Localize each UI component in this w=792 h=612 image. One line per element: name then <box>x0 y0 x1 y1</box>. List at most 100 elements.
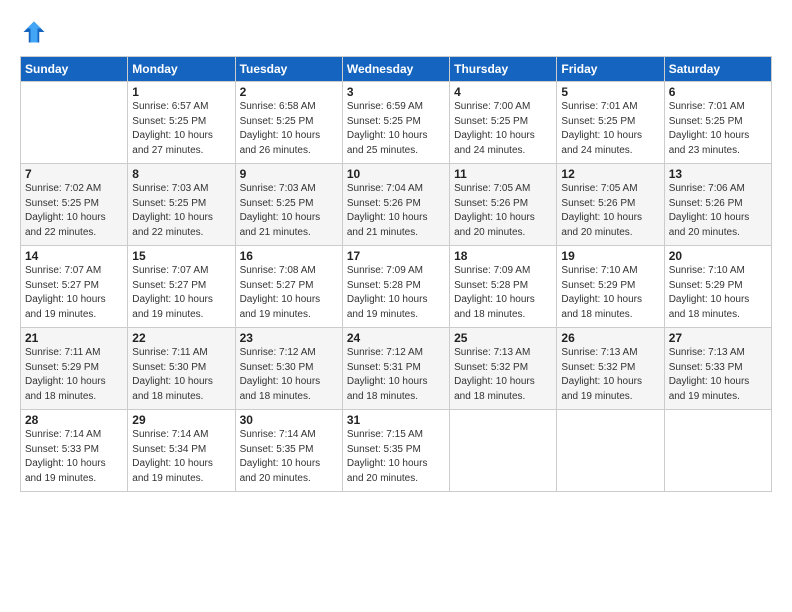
calendar-cell: 6Sunrise: 7:01 AM Sunset: 5:25 PM Daylig… <box>664 82 771 164</box>
page: SundayMondayTuesdayWednesdayThursdayFrid… <box>0 0 792 612</box>
calendar-cell: 30Sunrise: 7:14 AM Sunset: 5:35 PM Dayli… <box>235 410 342 492</box>
day-number: 26 <box>561 331 659 345</box>
day-info: Sunrise: 7:11 AM Sunset: 5:30 PM Dayligh… <box>132 346 230 404</box>
calendar-cell: 13Sunrise: 7:06 AM Sunset: 5:26 PM Dayli… <box>664 164 771 246</box>
day-number: 11 <box>454 167 552 181</box>
day-number: 13 <box>669 167 767 181</box>
calendar-cell: 1Sunrise: 6:57 AM Sunset: 5:25 PM Daylig… <box>128 82 235 164</box>
day-info: Sunrise: 7:12 AM Sunset: 5:31 PM Dayligh… <box>347 346 445 404</box>
day-info: Sunrise: 7:10 AM Sunset: 5:29 PM Dayligh… <box>561 264 659 322</box>
day-info: Sunrise: 7:01 AM Sunset: 5:25 PM Dayligh… <box>561 100 659 158</box>
calendar-cell: 8Sunrise: 7:03 AM Sunset: 5:25 PM Daylig… <box>128 164 235 246</box>
calendar-cell: 3Sunrise: 6:59 AM Sunset: 5:25 PM Daylig… <box>342 82 449 164</box>
calendar-cell: 11Sunrise: 7:05 AM Sunset: 5:26 PM Dayli… <box>450 164 557 246</box>
weekday-header-sunday: Sunday <box>21 57 128 82</box>
calendar-cell: 20Sunrise: 7:10 AM Sunset: 5:29 PM Dayli… <box>664 246 771 328</box>
day-info: Sunrise: 7:08 AM Sunset: 5:27 PM Dayligh… <box>240 264 338 322</box>
day-info: Sunrise: 7:00 AM Sunset: 5:25 PM Dayligh… <box>454 100 552 158</box>
day-number: 29 <box>132 413 230 427</box>
calendar-cell: 7Sunrise: 7:02 AM Sunset: 5:25 PM Daylig… <box>21 164 128 246</box>
weekday-header-monday: Monday <box>128 57 235 82</box>
calendar-cell <box>557 410 664 492</box>
calendar-cell: 24Sunrise: 7:12 AM Sunset: 5:31 PM Dayli… <box>342 328 449 410</box>
day-number: 16 <box>240 249 338 263</box>
day-number: 30 <box>240 413 338 427</box>
day-number: 5 <box>561 85 659 99</box>
weekday-header-friday: Friday <box>557 57 664 82</box>
day-info: Sunrise: 7:14 AM Sunset: 5:34 PM Dayligh… <box>132 428 230 486</box>
weekday-header-wednesday: Wednesday <box>342 57 449 82</box>
day-info: Sunrise: 7:09 AM Sunset: 5:28 PM Dayligh… <box>454 264 552 322</box>
weekday-header-thursday: Thursday <box>450 57 557 82</box>
weekday-header-saturday: Saturday <box>664 57 771 82</box>
day-info: Sunrise: 7:02 AM Sunset: 5:25 PM Dayligh… <box>25 182 123 240</box>
calendar-cell: 21Sunrise: 7:11 AM Sunset: 5:29 PM Dayli… <box>21 328 128 410</box>
calendar-cell: 22Sunrise: 7:11 AM Sunset: 5:30 PM Dayli… <box>128 328 235 410</box>
day-number: 3 <box>347 85 445 99</box>
day-info: Sunrise: 6:59 AM Sunset: 5:25 PM Dayligh… <box>347 100 445 158</box>
day-number: 8 <box>132 167 230 181</box>
day-info: Sunrise: 7:05 AM Sunset: 5:26 PM Dayligh… <box>454 182 552 240</box>
calendar-cell: 9Sunrise: 7:03 AM Sunset: 5:25 PM Daylig… <box>235 164 342 246</box>
calendar-cell: 17Sunrise: 7:09 AM Sunset: 5:28 PM Dayli… <box>342 246 449 328</box>
day-info: Sunrise: 7:15 AM Sunset: 5:35 PM Dayligh… <box>347 428 445 486</box>
week-row-3: 14Sunrise: 7:07 AM Sunset: 5:27 PM Dayli… <box>21 246 772 328</box>
day-info: Sunrise: 7:13 AM Sunset: 5:32 PM Dayligh… <box>561 346 659 404</box>
day-info: Sunrise: 7:14 AM Sunset: 5:33 PM Dayligh… <box>25 428 123 486</box>
day-number: 25 <box>454 331 552 345</box>
day-info: Sunrise: 7:13 AM Sunset: 5:32 PM Dayligh… <box>454 346 552 404</box>
day-number: 10 <box>347 167 445 181</box>
day-number: 1 <box>132 85 230 99</box>
day-info: Sunrise: 7:12 AM Sunset: 5:30 PM Dayligh… <box>240 346 338 404</box>
calendar-cell: 27Sunrise: 7:13 AM Sunset: 5:33 PM Dayli… <box>664 328 771 410</box>
day-number: 20 <box>669 249 767 263</box>
calendar-cell: 15Sunrise: 7:07 AM Sunset: 5:27 PM Dayli… <box>128 246 235 328</box>
day-info: Sunrise: 7:09 AM Sunset: 5:28 PM Dayligh… <box>347 264 445 322</box>
calendar-cell: 14Sunrise: 7:07 AM Sunset: 5:27 PM Dayli… <box>21 246 128 328</box>
day-info: Sunrise: 7:04 AM Sunset: 5:26 PM Dayligh… <box>347 182 445 240</box>
week-row-4: 21Sunrise: 7:11 AM Sunset: 5:29 PM Dayli… <box>21 328 772 410</box>
day-info: Sunrise: 7:06 AM Sunset: 5:26 PM Dayligh… <box>669 182 767 240</box>
calendar-cell <box>450 410 557 492</box>
day-info: Sunrise: 7:13 AM Sunset: 5:33 PM Dayligh… <box>669 346 767 404</box>
day-number: 23 <box>240 331 338 345</box>
calendar-cell <box>664 410 771 492</box>
calendar-cell: 5Sunrise: 7:01 AM Sunset: 5:25 PM Daylig… <box>557 82 664 164</box>
day-info: Sunrise: 7:07 AM Sunset: 5:27 PM Dayligh… <box>25 264 123 322</box>
day-number: 2 <box>240 85 338 99</box>
calendar-cell: 12Sunrise: 7:05 AM Sunset: 5:26 PM Dayli… <box>557 164 664 246</box>
day-number: 6 <box>669 85 767 99</box>
day-number: 24 <box>347 331 445 345</box>
day-info: Sunrise: 7:10 AM Sunset: 5:29 PM Dayligh… <box>669 264 767 322</box>
day-info: Sunrise: 7:11 AM Sunset: 5:29 PM Dayligh… <box>25 346 123 404</box>
logo <box>20 18 52 46</box>
day-info: Sunrise: 7:14 AM Sunset: 5:35 PM Dayligh… <box>240 428 338 486</box>
calendar-table: SundayMondayTuesdayWednesdayThursdayFrid… <box>20 56 772 492</box>
calendar-cell <box>21 82 128 164</box>
calendar-cell: 19Sunrise: 7:10 AM Sunset: 5:29 PM Dayli… <box>557 246 664 328</box>
weekday-header-row: SundayMondayTuesdayWednesdayThursdayFrid… <box>21 57 772 82</box>
calendar-cell: 10Sunrise: 7:04 AM Sunset: 5:26 PM Dayli… <box>342 164 449 246</box>
day-number: 19 <box>561 249 659 263</box>
day-number: 27 <box>669 331 767 345</box>
day-number: 7 <box>25 167 123 181</box>
weekday-header-tuesday: Tuesday <box>235 57 342 82</box>
day-info: Sunrise: 7:05 AM Sunset: 5:26 PM Dayligh… <box>561 182 659 240</box>
week-row-5: 28Sunrise: 7:14 AM Sunset: 5:33 PM Dayli… <box>21 410 772 492</box>
calendar-cell: 16Sunrise: 7:08 AM Sunset: 5:27 PM Dayli… <box>235 246 342 328</box>
day-number: 12 <box>561 167 659 181</box>
day-info: Sunrise: 7:03 AM Sunset: 5:25 PM Dayligh… <box>240 182 338 240</box>
day-number: 9 <box>240 167 338 181</box>
day-info: Sunrise: 7:03 AM Sunset: 5:25 PM Dayligh… <box>132 182 230 240</box>
calendar-cell: 29Sunrise: 7:14 AM Sunset: 5:34 PM Dayli… <box>128 410 235 492</box>
week-row-1: 1Sunrise: 6:57 AM Sunset: 5:25 PM Daylig… <box>21 82 772 164</box>
day-number: 17 <box>347 249 445 263</box>
day-number: 15 <box>132 249 230 263</box>
day-number: 22 <box>132 331 230 345</box>
day-number: 21 <box>25 331 123 345</box>
day-number: 18 <box>454 249 552 263</box>
calendar-cell: 31Sunrise: 7:15 AM Sunset: 5:35 PM Dayli… <box>342 410 449 492</box>
logo-icon <box>20 18 48 46</box>
calendar-cell: 2Sunrise: 6:58 AM Sunset: 5:25 PM Daylig… <box>235 82 342 164</box>
day-number: 28 <box>25 413 123 427</box>
